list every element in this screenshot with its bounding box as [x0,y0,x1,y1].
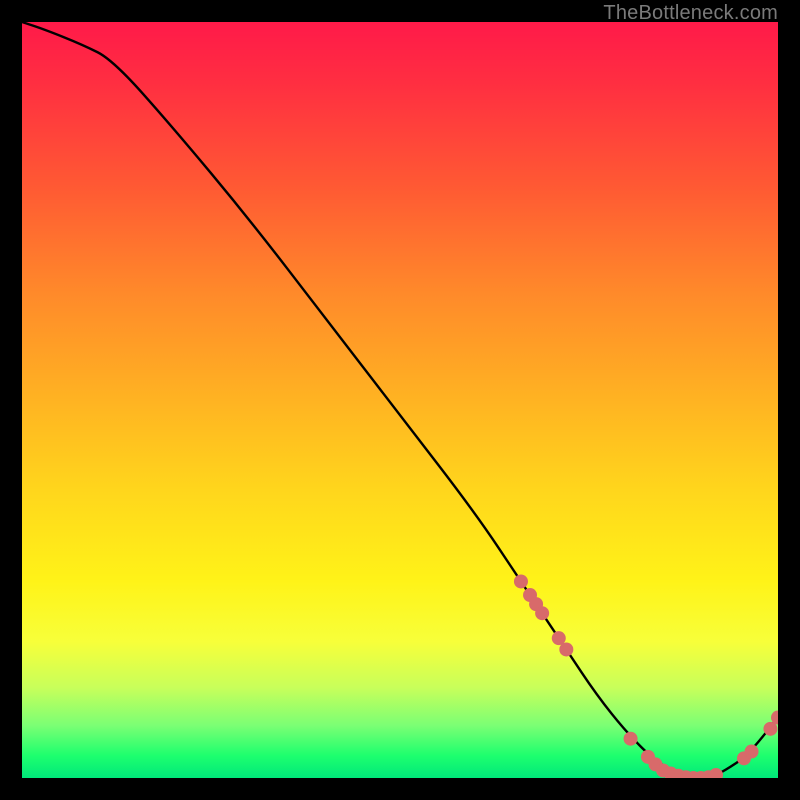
chart-plot-area [22,22,778,778]
watermark-text: TheBottleneck.com [603,2,778,25]
sample-point-core [747,747,755,755]
chart-frame: TheBottleneck.com [0,0,800,800]
sample-point-core [626,734,634,742]
chart-overlay-svg [22,22,778,778]
sample-point-core [538,609,546,617]
bottleneck-curve [22,22,778,778]
sample-point-core [562,645,570,653]
sample-point-core [766,725,774,733]
sample-point-core [555,634,563,642]
sample-points-group [514,574,778,778]
sample-point-core [517,577,525,585]
